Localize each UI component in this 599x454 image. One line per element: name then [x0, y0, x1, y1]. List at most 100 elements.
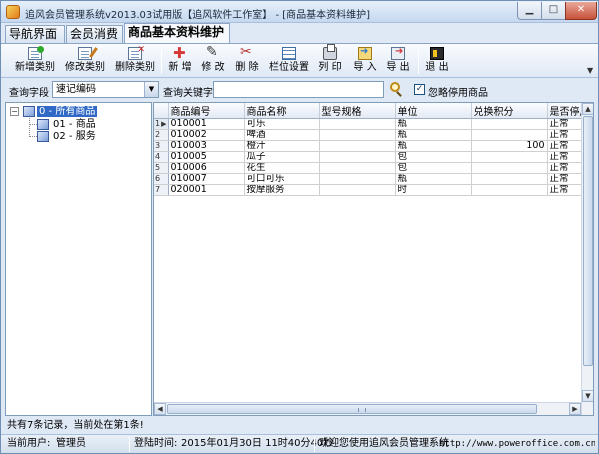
cell-name[interactable]: 可口可乐 [244, 173, 320, 185]
table-row[interactable]: 4 010005 瓜子 包 正常 [154, 151, 591, 163]
cell-spec[interactable] [319, 173, 396, 185]
maximize-button[interactable]: □ [541, 2, 566, 20]
horizontal-scroll-thumb[interactable] [167, 404, 537, 414]
chevron-down-icon[interactable]: ▼ [144, 82, 158, 97]
tab-member-consumption[interactable]: 会员消费 [66, 25, 123, 43]
horizontal-scrollbar[interactable]: ◀ ▶ [154, 402, 581, 415]
cell-points[interactable] [471, 118, 548, 130]
cell-points[interactable] [471, 129, 548, 141]
tree-node-label: 0 - 所有商品 [37, 106, 98, 117]
column-header[interactable]: 单位 [395, 103, 472, 119]
website-url[interactable]: http://www.poweroffice.com.cn Q [439, 437, 595, 452]
cell-code[interactable]: 010001 [168, 118, 245, 130]
query-keyword-input[interactable] [213, 81, 384, 98]
column-settings-button[interactable]: 栏位设置 [267, 46, 311, 77]
print-button[interactable]: 列 印 [315, 44, 345, 77]
cell-points[interactable]: 100 [471, 140, 548, 152]
table-row[interactable]: 1▶ 010001 可乐 瓶 正常 [154, 118, 591, 130]
cell-name[interactable]: 可乐 [244, 118, 320, 130]
query-field-select[interactable]: 速记编码 ▼ [52, 81, 159, 98]
tab-navigation[interactable]: 导航界面 [5, 25, 65, 43]
cell-code[interactable]: 010003 [168, 140, 245, 152]
cell-points[interactable] [471, 173, 548, 185]
title-bar[interactable]: 追风会员管理系统v2013.03试用版【追风软件工作室】 - [商品基本资料维护… [1, 1, 598, 23]
close-button[interactable]: ✕ [565, 2, 597, 20]
cell-name[interactable]: 瓜子 [244, 151, 320, 163]
scroll-up-icon[interactable]: ▲ [582, 103, 593, 115]
cell-unit[interactable]: 包 [395, 151, 472, 163]
add-button[interactable]: 新 增 [165, 44, 195, 77]
import-button[interactable]: 导 入 [350, 46, 380, 77]
tab-product-maintenance[interactable]: 商品基本资料维护 [124, 23, 230, 43]
cell-name[interactable]: 按摩服务 [244, 184, 320, 196]
cell-unit[interactable]: 瓶 [395, 118, 472, 130]
exit-button[interactable]: 退 出 [422, 46, 452, 77]
scroll-right-icon[interactable]: ▶ [569, 403, 581, 415]
export-button[interactable]: 导 出 [383, 46, 413, 77]
current-row-indicator-icon: ▶ [161, 120, 167, 128]
vertical-scrollbar[interactable]: ▲ ▼ [581, 103, 593, 415]
tree-connector [29, 124, 37, 125]
cell-spec[interactable] [319, 140, 396, 152]
cell-unit[interactable]: 时 [395, 184, 472, 196]
scroll-left-icon[interactable]: ◀ [154, 403, 166, 415]
cell-spec[interactable] [319, 118, 396, 130]
tree-node-all[interactable]: 0 - 所有商品 [37, 106, 98, 119]
column-header[interactable]: 商品名称 [244, 103, 320, 119]
tree-node-services[interactable]: 02 - 服务 [53, 131, 96, 144]
cell-unit[interactable]: 瓶 [395, 173, 472, 185]
tree-collapse-toggle[interactable]: − [10, 107, 19, 116]
tree-node-label: 02 - 服务 [53, 131, 96, 142]
table-row[interactable]: 2 010002 啤酒 瓶 正常 [154, 129, 591, 141]
table-row[interactable]: 7 020001 按摩服务 时 正常 [154, 184, 591, 196]
status-bar: 当前用户: 管理员 登陆时间: 2015年01月30日 11时40分40秒 欢迎… [1, 434, 598, 453]
delete-category-button[interactable]: 删除类别 [113, 45, 157, 77]
cell-code[interactable]: 010007 [168, 173, 245, 185]
cell-unit[interactable]: 包 [395, 162, 472, 174]
toolbar: 新增类别 修改类别 删除类别 新 增 修 改 删 除 栏位设置 列 [1, 43, 598, 78]
cell-points[interactable] [471, 151, 548, 163]
delete-icon [240, 44, 254, 60]
cell-name[interactable]: 花生 [244, 162, 320, 174]
cell-points[interactable] [471, 184, 548, 196]
cell-unit[interactable]: 瓶 [395, 129, 472, 141]
query-keyword-label: 查询关键字 [163, 88, 213, 99]
search-icon[interactable] [390, 82, 404, 97]
search-icon-lens [390, 82, 400, 92]
cell-points[interactable] [471, 162, 548, 174]
cell-code[interactable]: 020001 [168, 184, 245, 196]
cell-spec[interactable] [319, 151, 396, 163]
cell-name[interactable]: 啤酒 [244, 129, 320, 141]
column-header[interactable]: 型号规格 [319, 103, 396, 119]
add-category-button[interactable]: 新增类别 [13, 46, 57, 77]
cell-spec[interactable] [319, 162, 396, 174]
table-row[interactable]: 3 010003 橙汁 瓶 100 正常 [154, 140, 591, 152]
edit-category-button[interactable]: 修改类别 [63, 46, 107, 77]
column-header[interactable]: 商品编号 [168, 103, 245, 119]
delete-button[interactable]: 删 除 [232, 44, 262, 77]
import-icon [358, 46, 372, 60]
cell-code[interactable]: 010005 [168, 151, 245, 163]
product-grid[interactable]: 商品编号 商品名称 型号规格 单位 兑换积分 是否停用 1▶ 010001 可乐… [153, 102, 594, 416]
table-row[interactable]: 5 010006 花生 包 正常 [154, 162, 591, 174]
add-category-icon [28, 46, 44, 60]
row-header-corner [154, 103, 169, 119]
cell-code[interactable]: 010006 [168, 162, 245, 174]
edit-button[interactable]: 修 改 [198, 44, 228, 77]
cell-spec[interactable] [319, 129, 396, 141]
category-tree[interactable]: − 0 - 所有商品 01 - 商品 02 - 服务 [5, 102, 152, 416]
cell-name[interactable]: 橙汁 [244, 140, 320, 152]
scroll-down-icon[interactable]: ▼ [582, 390, 593, 402]
edit-label: 修 改 [201, 62, 225, 73]
minimize-button[interactable]: ▁ [517, 2, 542, 20]
table-row[interactable]: 6 010007 可口可乐 瓶 正常 [154, 173, 591, 185]
ignore-disabled-checkbox[interactable]: ✓ [414, 84, 425, 95]
vertical-scroll-thumb[interactable] [583, 116, 593, 366]
column-header[interactable]: 兑换积分 [471, 103, 548, 119]
cell-spec[interactable] [319, 184, 396, 196]
cell-unit[interactable]: 瓶 [395, 140, 472, 152]
cell-code[interactable]: 010002 [168, 129, 245, 141]
toolbar-overflow-chevron-icon[interactable]: ▼ [587, 66, 593, 75]
delete-label: 删 除 [235, 62, 259, 73]
tree-node-label: 01 - 商品 [53, 119, 96, 130]
